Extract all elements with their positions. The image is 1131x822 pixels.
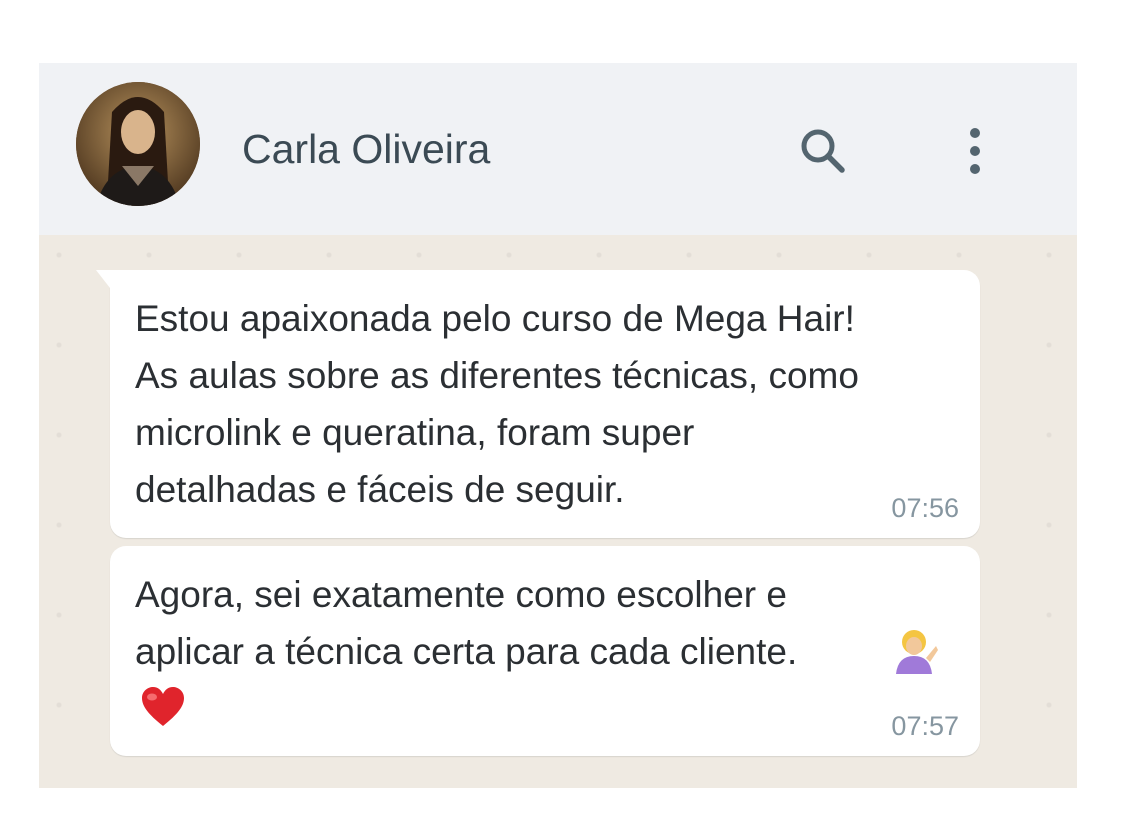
message-text-content: Agora, sei exatamente como escolher e ap… <box>135 574 798 672</box>
red-heart-emoji <box>142 687 184 726</box>
message-bubble[interactable]: Agora, sei exatamente como escolher e ap… <box>110 546 980 756</box>
message-list[interactable]: Estou apaixonada pelo curso de Mega Hair… <box>39 235 1077 788</box>
message-time: 07:56 <box>891 493 959 523</box>
search-icon <box>801 129 845 173</box>
message-time: 07:57 <box>891 711 959 741</box>
woman-tipping-hand-emoji <box>896 630 938 674</box>
bubble-tail <box>96 270 110 288</box>
message-bubble[interactable]: Estou apaixonada pelo curso de Mega Hair… <box>96 270 980 538</box>
menu-button[interactable] <box>951 119 999 183</box>
chat-window: Carla Oliveira Estou apaixonada pelo cur… <box>39 63 1077 788</box>
avatar[interactable] <box>76 82 200 206</box>
message-text: Estou apaixonada pelo curso de Mega Hair… <box>135 298 859 510</box>
message-text: Agora, sei exatamente como escolher e ap… <box>135 566 945 680</box>
search-button[interactable] <box>791 119 855 183</box>
contact-name[interactable]: Carla Oliveira <box>242 125 490 173</box>
chat-header: Carla Oliveira <box>39 63 1077 235</box>
more-vertical-icon <box>970 128 980 174</box>
